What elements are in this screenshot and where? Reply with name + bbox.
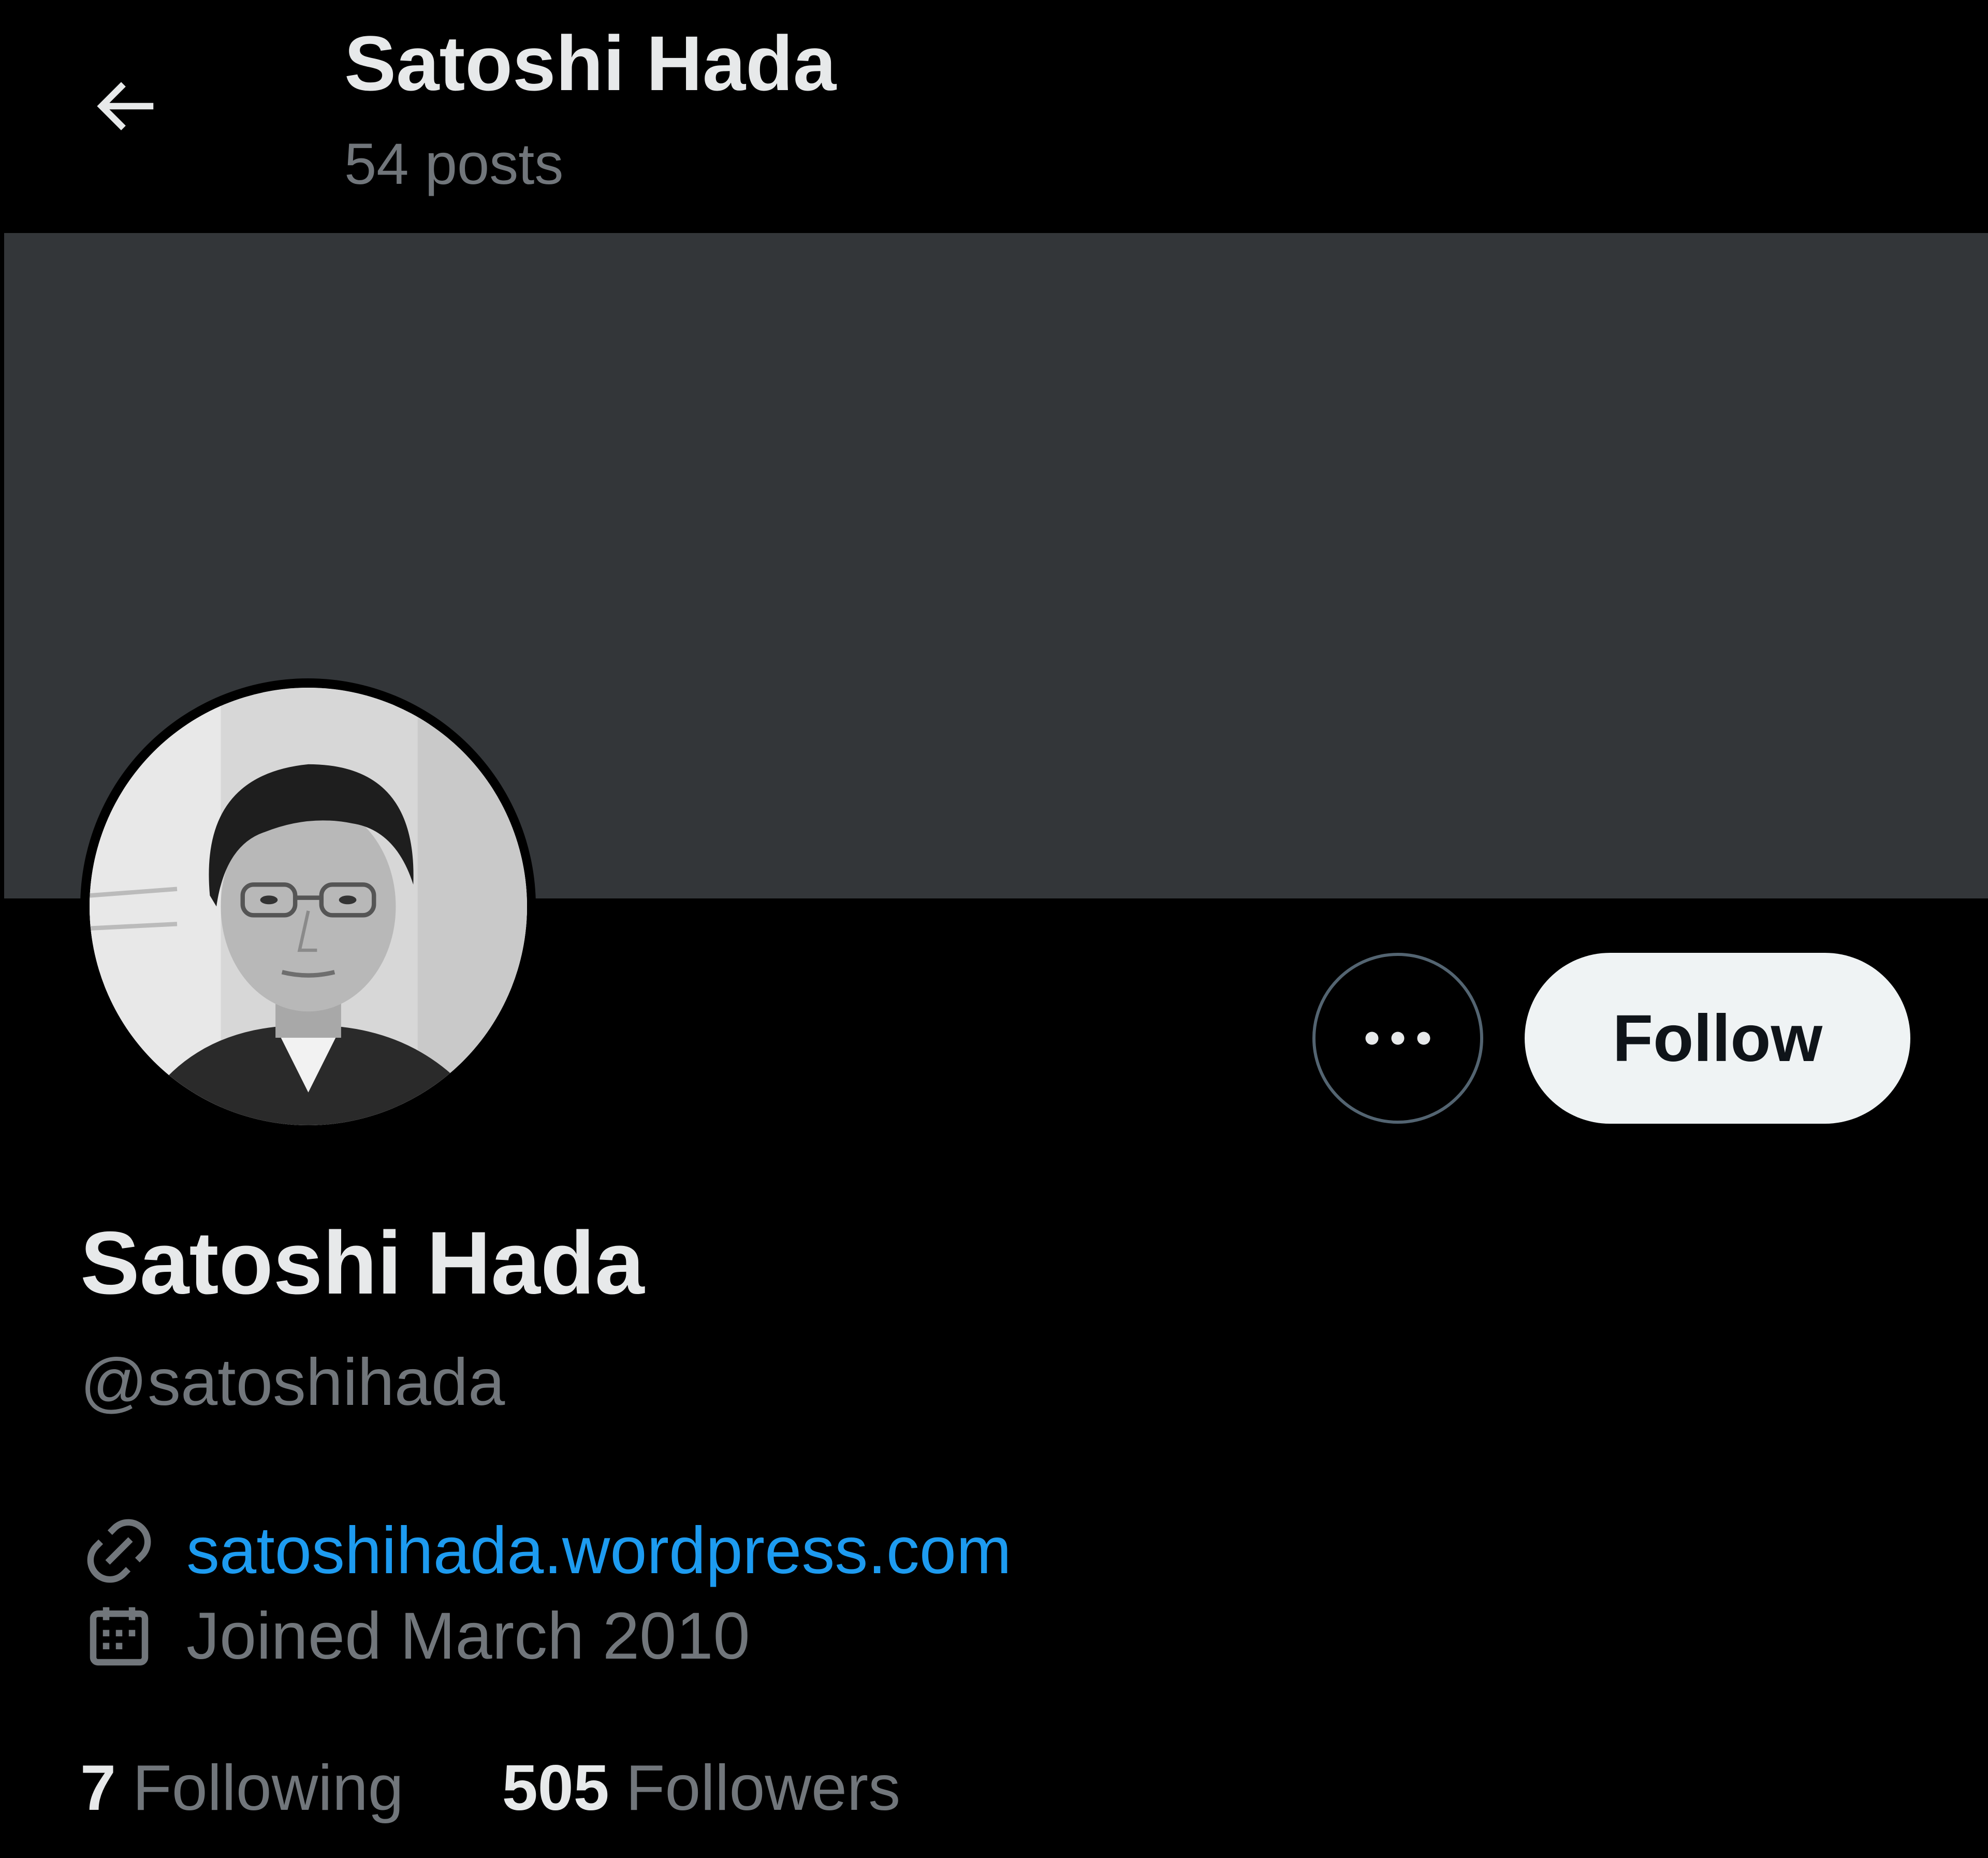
- profile-handle: @satoshihada: [80, 1345, 505, 1419]
- website-link[interactable]: satoshihada.wordpress.com: [186, 1514, 1012, 1588]
- following-link[interactable]: 7 Following: [80, 1752, 404, 1824]
- arrow-left-icon: [97, 82, 154, 130]
- joined-row: Joined March 2010: [80, 1598, 750, 1675]
- follow-button[interactable]: Follow: [1525, 953, 1910, 1124]
- joined-date: Joined March 2010: [186, 1599, 750, 1673]
- link-icon: [80, 1512, 158, 1590]
- header-post-count: 54 posts: [344, 132, 564, 196]
- followers-count: 505: [502, 1752, 609, 1824]
- more-options-button[interactable]: [1312, 953, 1483, 1124]
- follow-stats: 7 Following 505 Followers: [80, 1752, 901, 1824]
- back-button[interactable]: [78, 67, 171, 145]
- calendar-icon: [80, 1598, 158, 1675]
- profile-photo: [89, 687, 527, 1125]
- profile-display-name: Satoshi Hada: [80, 1213, 645, 1313]
- followers-label: Followers: [625, 1752, 901, 1824]
- more-options-icon: [1365, 1032, 1430, 1045]
- following-count: 7: [80, 1752, 116, 1824]
- avatar[interactable]: [80, 678, 536, 1134]
- followers-link[interactable]: 505 Followers: [502, 1752, 901, 1824]
- header-title: Satoshi Hada: [344, 20, 837, 107]
- website-row: satoshihada.wordpress.com: [80, 1512, 1012, 1590]
- top-navigation-bar: Satoshi Hada 54 posts: [0, 0, 1988, 233]
- following-label: Following: [132, 1752, 404, 1824]
